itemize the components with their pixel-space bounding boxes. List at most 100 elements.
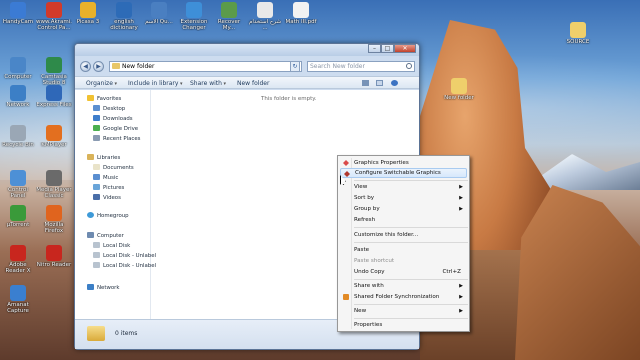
desktop-icon-arabic-document[interactable]: شرح استخدام ... (247, 2, 283, 31)
back-button[interactable]: ◀ (80, 61, 91, 72)
menu-label: Group by (354, 206, 380, 212)
menu-item-configure-switchable-graphics[interactable]: Configure Switchable Graphics (340, 168, 467, 178)
menu-item-paste[interactable]: Paste (340, 245, 467, 255)
close-button[interactable]: ✕ (394, 44, 416, 53)
desktop-icon-kmplayer[interactable]: KMPlayer (36, 125, 72, 148)
menu-item-share-with[interactable]: Share with ▶ (340, 281, 467, 291)
tree-local-disk-unlabel-2[interactable]: Local Disk - Unlabel (93, 262, 156, 270)
desktop-icon-adobe-reader[interactable]: Adobe Reader X (0, 245, 36, 274)
help-icon[interactable] (391, 80, 398, 86)
desktop-icon-control-panel[interactable]: Control Panel (0, 170, 36, 199)
submenu-arrow-icon: ▶ (459, 283, 463, 289)
tree-desktop[interactable]: Desktop (93, 105, 125, 113)
desktop-icon-recycle-bin[interactable]: Recycle Bin (0, 125, 36, 148)
tree-recent-places[interactable]: Recent Places (93, 135, 140, 143)
desktop-icon-english-dictionary[interactable]: english dictionary (106, 2, 142, 31)
adobe-reader-icon (10, 245, 26, 261)
desktop-icon-nitro-reader[interactable]: Nitro Reader (36, 245, 72, 268)
refresh-icon[interactable]: ↻ (290, 61, 300, 72)
tree-pictures[interactable]: Pictures (93, 184, 124, 192)
recent-places-icon (93, 135, 100, 141)
title-bar[interactable]: – □ ✕ (75, 44, 419, 56)
desktop-icon-label: Nitro Reader (36, 262, 72, 268)
search-input[interactable]: Search New folder (307, 61, 415, 72)
menu-item-new[interactable]: New ▶ (340, 306, 467, 316)
tree-label: Local Disk - Unlabel (103, 263, 157, 269)
command-bar: Organize Include in library Share with N… (75, 76, 419, 89)
tree-libraries[interactable]: Libraries (87, 154, 120, 162)
menu-item-paste-shortcut[interactable]: Paste shortcut (340, 256, 467, 266)
new-folder-button[interactable]: New folder (237, 80, 269, 87)
menu-separator (354, 304, 468, 305)
tree-local-disk[interactable]: Local Disk (93, 242, 130, 250)
submenu-arrow-icon: ▶ (459, 206, 463, 212)
utorrent-icon (10, 205, 26, 221)
view-options-icon[interactable] (362, 80, 369, 86)
desktop-icon-label: english dictionary (110, 19, 138, 31)
menu-label: Paste (354, 247, 370, 253)
menu-item-view[interactable]: View ▶ (340, 182, 467, 192)
desktop-icon-control-panel-web[interactable]: www.Akrami... Control Pa... (36, 2, 72, 31)
tree-network[interactable]: Network (87, 284, 120, 292)
desktop-icon-media-player-classic[interactable]: Media Player Classic (36, 170, 72, 199)
tree-computer[interactable]: Computer (87, 232, 124, 240)
share-with-button[interactable]: Share with (190, 80, 226, 87)
desktop-icon-recover-my[interactable]: Recover My... (211, 2, 247, 31)
organize-button[interactable]: Organize (86, 80, 117, 87)
minimize-button[interactable]: – (368, 44, 381, 53)
menu-label: Undo Copy (354, 269, 385, 275)
control-panel-web-icon (46, 2, 62, 18)
tree-videos[interactable]: Videos (93, 194, 121, 202)
address-bar[interactable]: New folder (109, 61, 302, 72)
menu-item-undo-copy[interactable]: Undo Copy Ctrl+Z (340, 267, 467, 277)
menu-item-customize-folder[interactable]: Customize this folder... (340, 230, 467, 240)
desktop-icon-arabic-shortcut[interactable]: الاسم Qu... (141, 2, 177, 25)
documents-icon (93, 164, 100, 170)
folder-icon (87, 326, 105, 341)
handycam-icon (10, 2, 26, 18)
desktop-icon-express-files[interactable]: Express Files (36, 85, 72, 108)
search-placeholder: Search New folder (310, 63, 365, 70)
tree-documents[interactable]: Documents (93, 164, 134, 172)
desktop-icon-source-folder[interactable]: SOURCE (560, 22, 596, 45)
graphics-icon (343, 160, 349, 166)
tree-local-disk-unlabel-1[interactable]: Local Disk - Unlabel (93, 252, 156, 260)
maximize-button[interactable]: □ (381, 44, 394, 53)
desktop-icon-computer[interactable]: Computer (0, 57, 36, 80)
forward-button[interactable]: ▶ (93, 61, 104, 72)
desktop-icon-firefox[interactable]: Mozilla Firefox (36, 205, 72, 234)
source-folder-icon (570, 22, 586, 38)
picasa-icon (80, 2, 96, 18)
desktop-icon-picasa[interactable]: Picasa 3 (70, 2, 106, 25)
disk-icon (93, 252, 100, 258)
desktop-icon-label: Recycle Bin (2, 142, 34, 148)
menu-item-properties[interactable]: Properties (340, 320, 467, 330)
menu-item-group-by[interactable]: Group by ▶ (340, 204, 467, 214)
desktop-icon-math-pdf[interactable]: Math III.pdf (283, 2, 319, 25)
desktop-icon-label: Express Files (36, 102, 72, 108)
menu-item-refresh[interactable]: Refresh (340, 215, 467, 225)
desktop-icon-extension-changer[interactable]: Extension Changer (176, 2, 212, 31)
preview-pane-icon[interactable] (376, 80, 383, 86)
menu-item-sort-by[interactable]: Sort by ▶ (340, 193, 467, 203)
desktop-icon-label: Recover My... (217, 19, 241, 31)
tree-homegroup[interactable]: Homegroup (87, 212, 129, 220)
desktop-icon-amanat-capture[interactable]: Amanat Capture (0, 285, 36, 314)
desktop-icon-new-folder[interactable]: New folder (441, 78, 477, 101)
desktop-icon-network[interactable]: Network (0, 85, 36, 108)
desktop-icon-handycam[interactable]: HandyCam (0, 2, 36, 25)
include-in-library-button[interactable]: Include in library (128, 80, 183, 87)
submenu-arrow-icon: ▶ (459, 294, 463, 300)
menu-item-graphics-properties[interactable]: Graphics Properties (340, 158, 467, 168)
tree-google-drive[interactable]: Google Drive (93, 125, 138, 133)
tree-favorites[interactable]: Favorites (87, 95, 121, 103)
shortcut-label: Ctrl+Z (442, 269, 461, 275)
tree-label: Favorites (97, 96, 122, 102)
folder-icon (112, 63, 120, 69)
tree-music[interactable]: Music (93, 174, 118, 182)
tree-downloads[interactable]: Downloads (93, 115, 133, 123)
desktop-icon-utorrent[interactable]: µTorrent (0, 205, 36, 228)
firefox-icon (46, 205, 62, 221)
desktop-icon-camtasia[interactable]: Camtasia Studio 8 (36, 57, 72, 86)
menu-item-shared-folder-sync[interactable]: Shared Folder Synchronization ▶ (340, 292, 467, 302)
